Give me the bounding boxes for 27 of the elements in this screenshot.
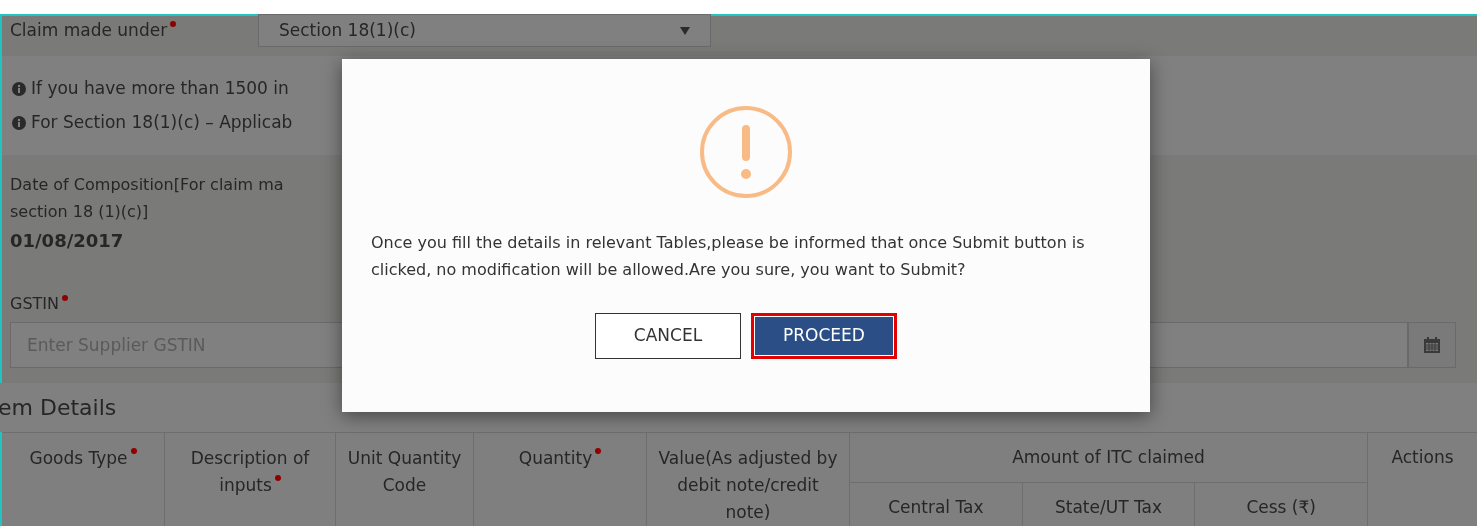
column-header: Central Tax — [888, 497, 984, 517]
dialog-button[interactable]: CANCEL — [595, 313, 741, 359]
column-header: Value(As adjusted by debit note/credit note) — [658, 448, 838, 522]
calendar-icon — [1423, 335, 1441, 354]
dropdown-caret-icon — [680, 26, 690, 35]
column-header: Goods Type — [29, 448, 137, 468]
info-icon — [12, 115, 26, 130]
column-header: Quantity — [518, 448, 602, 468]
warning-icon — [699, 105, 793, 199]
section-title: em Details — [0, 393, 117, 422]
column-header: State/UT Tax — [1055, 497, 1162, 517]
field-label: Claim made under — [10, 18, 258, 42]
calendar-button[interactable] — [1408, 321, 1456, 368]
info-note: For Section 18(1)(c) – Applicab — [31, 110, 293, 134]
info-note: If you have more than 1500 in — [31, 77, 289, 101]
column-header: Description of inputs — [190, 448, 310, 495]
composition-date: 01/08/2017 — [10, 228, 124, 253]
gstin-label: GSTIN — [10, 291, 68, 316]
dialog-message: Once you fill the details in relevant Tables,please be informed that once Submit button is clicked, no modification will be allowed.Are you sure, you want to Submit? — [370, 232, 1086, 281]
info-icon — [12, 82, 26, 96]
group-header: Amount of ITC claimed — [1012, 445, 1205, 469]
column-header: Actions — [1391, 447, 1454, 467]
column-header: Cess (₹) — [1246, 497, 1316, 517]
dialog-button[interactable]: PROCEED — [751, 313, 897, 359]
column-header: Unit Quantity Code — [347, 448, 462, 495]
section-select[interactable]: Section 18(1)(c) — [258, 14, 711, 47]
composition-label: Date of Composition[For claim ma section 18 (1)(c)] — [10, 173, 285, 223]
